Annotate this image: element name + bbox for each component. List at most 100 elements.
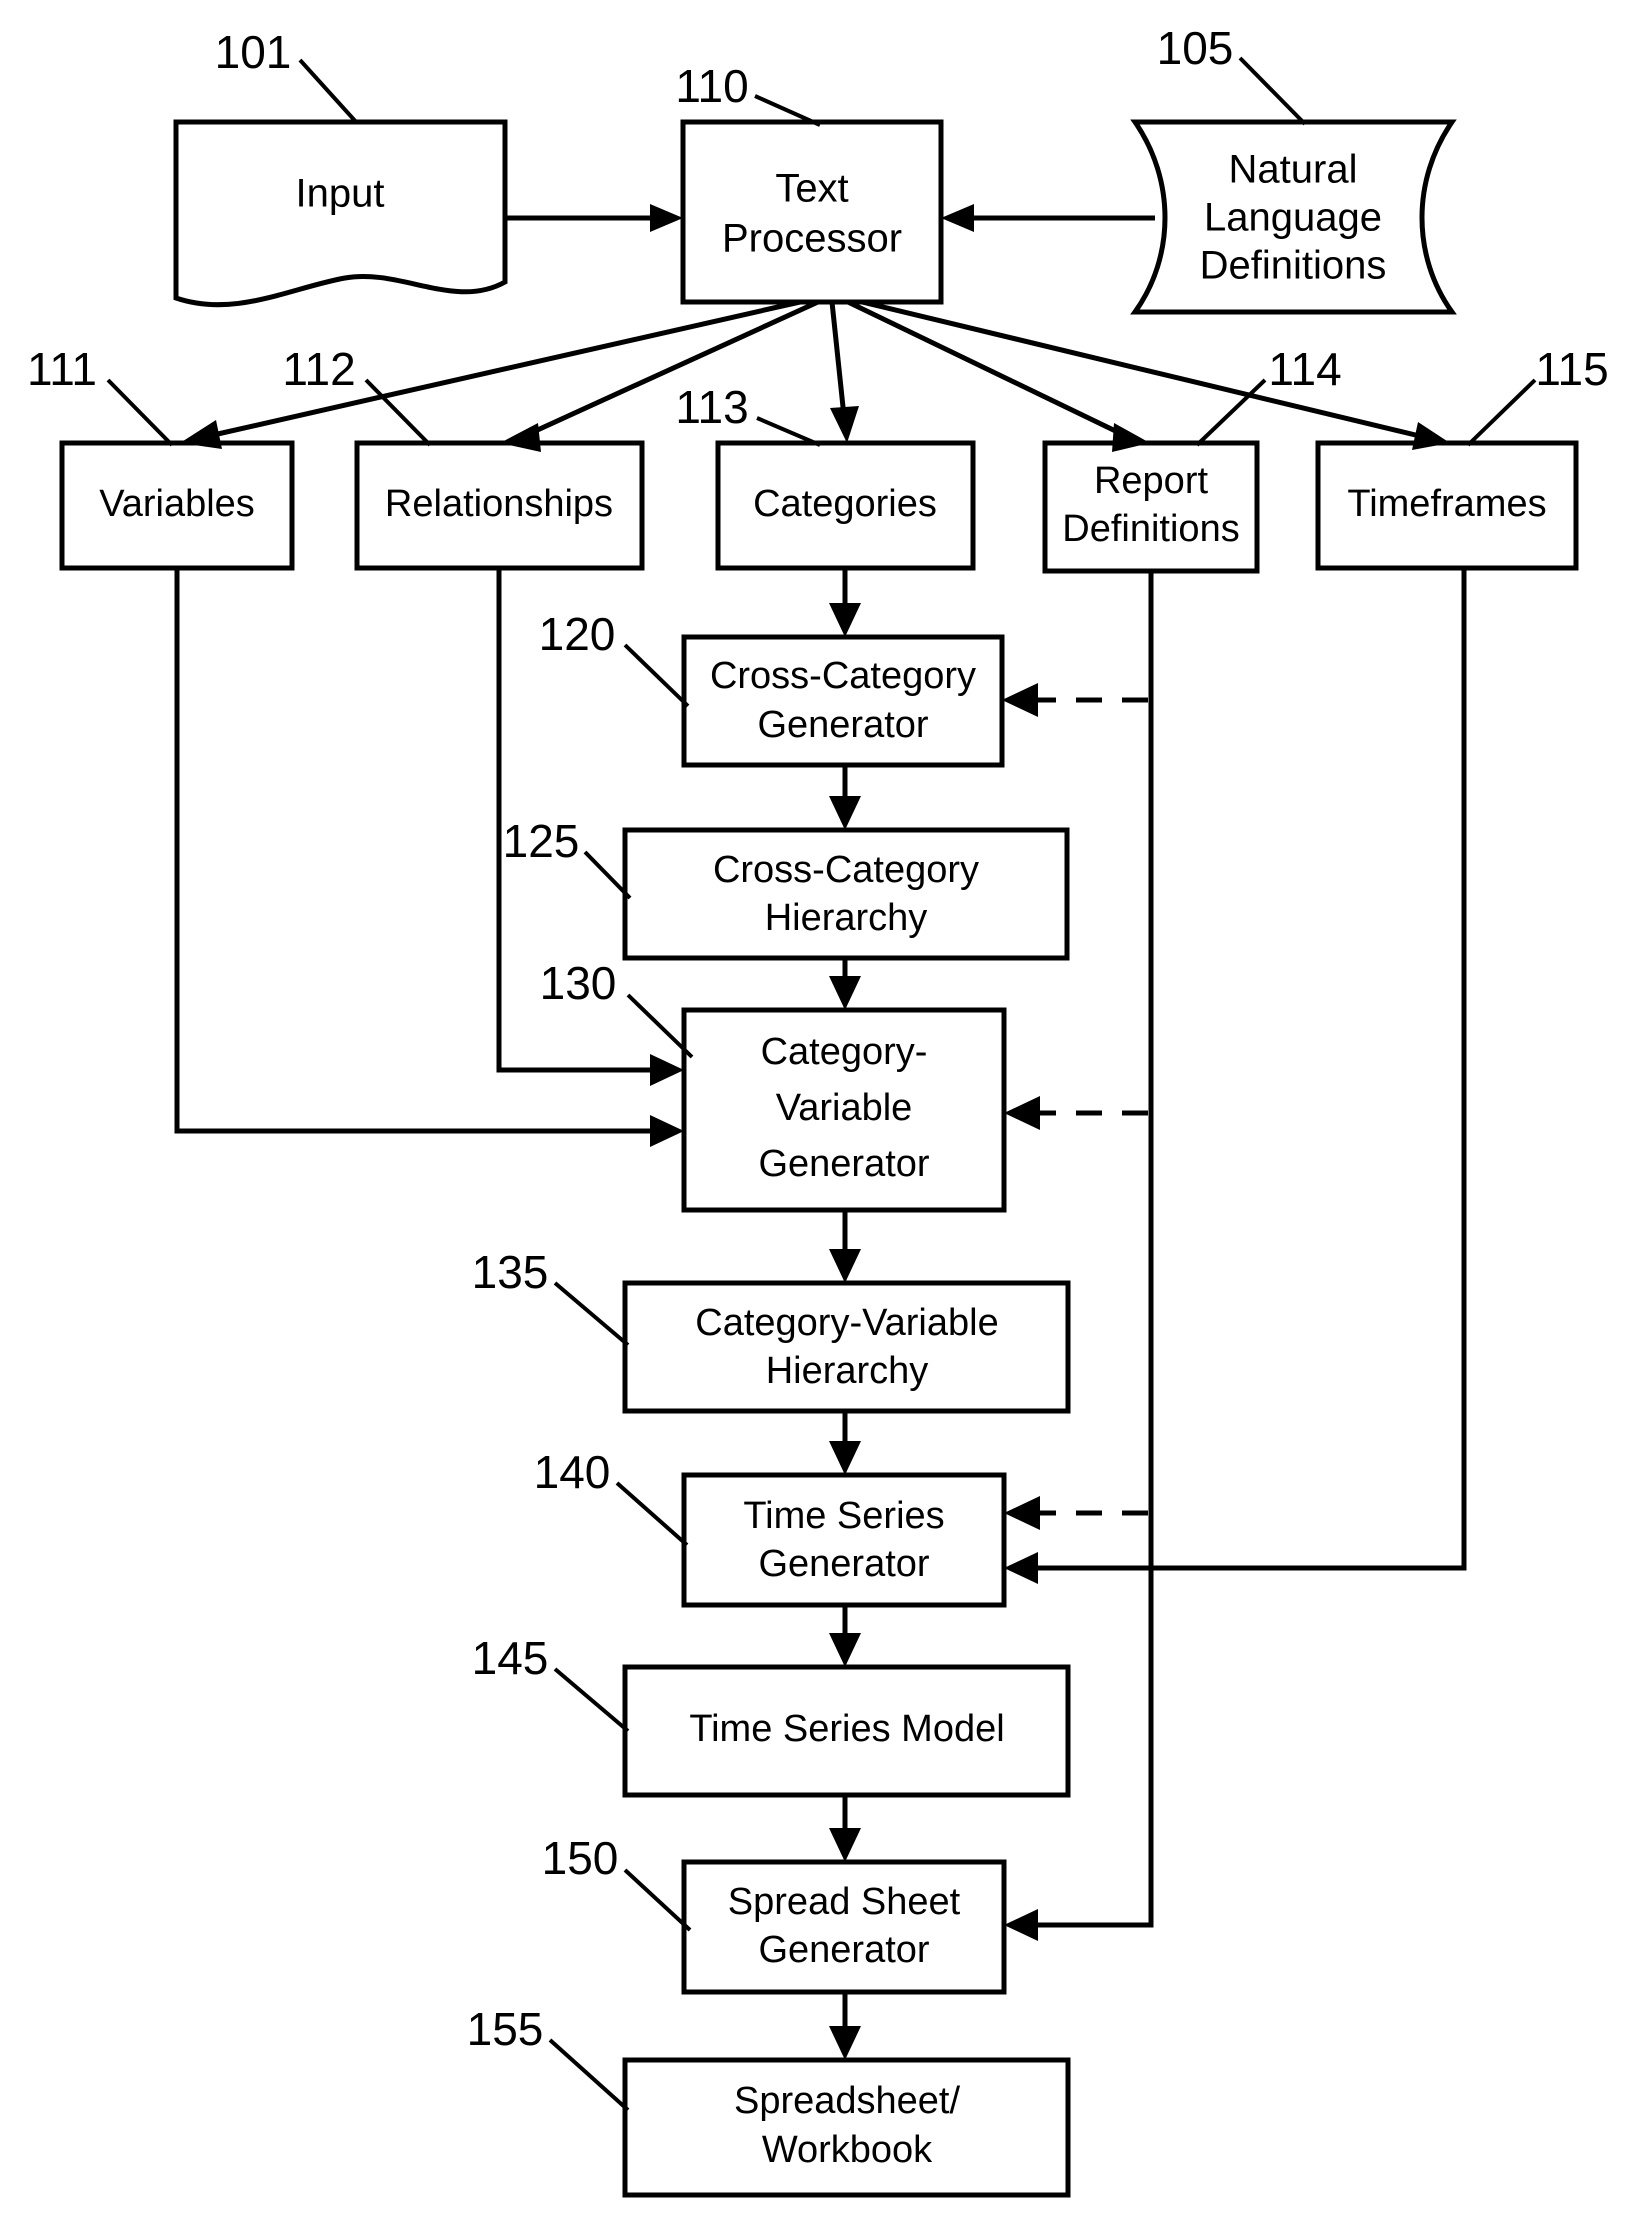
ref-120-group: 120 [539,608,690,708]
node-input-label: Input [296,172,385,216]
node-tsg-label-line2: Generator [758,1543,929,1585]
ref-115-group: 115 [1466,343,1609,447]
node-cvh-label-line2: Hierarchy [766,1350,929,1392]
edge-categories-to-ccg [829,568,861,637]
node-ccg-label-line2: Generator [757,704,928,746]
node-category-variable-hierarchy[interactable]: Category-Variable Hierarchy [622,1280,1071,1414]
node-variables-label: Variables [99,483,255,525]
node-report-definitions[interactable]: Report Definitions [1042,440,1260,574]
node-tsm-label: Time Series Model [689,1708,1004,1750]
edge-cvh-to-tsg [829,1411,861,1475]
ref-label-155: 155 [467,2003,544,2055]
edge-report-definitions-to-tsg-dashed [1004,1496,1148,1530]
edge-115-140-arrowhead [1004,1552,1038,1584]
ref-label-135: 135 [472,1246,549,1298]
edge-112-130-arrowhead [650,1054,684,1086]
ref-140-group: 140 [534,1446,689,1547]
edge-nld-to-text-processor [941,204,1155,232]
edge-text-processor-to-timeframes [861,299,1450,450]
node-text-processor-label-line2: Processor [722,217,902,261]
ref-label-145: 145 [472,1632,549,1684]
node-report-definitions-label-line2: Definitions [1062,508,1239,550]
node-text-processor[interactable]: Text Processor [680,119,944,305]
edge-110-114-line [846,299,1132,441]
node-time-series-generator[interactable]: Time Series Generator [681,1472,1007,1608]
flowchart-diagram: Input 101 Text Processor 110 Natural Lan… [0,0,1637,2232]
edge-cch-to-cvg [829,958,861,1010]
ref-105-leader [1238,56,1307,126]
node-timeframes[interactable]: Timeframes [1315,440,1579,571]
edge-101-110-arrowhead [650,204,683,232]
edge-110-112-line [518,299,820,441]
node-category-variable-generator[interactable]: Category- Variable Generator [681,1007,1007,1213]
flowchart-canvas: Input 101 Text Processor 110 Natural Lan… [27,22,1609,2198]
node-cch-label-line1: Cross-Category [713,849,979,891]
node-ccg-label-line1: Cross-Category [710,655,976,697]
edge-114-120-arrowhead [1002,683,1038,717]
ref-135-group: 135 [472,1246,630,1347]
node-ssg-label-line2: Generator [758,1929,929,1971]
node-spread-sheet-generator[interactable]: Spread Sheet Generator [681,1859,1007,1995]
edge-120-125-arrowhead [829,796,861,830]
node-variables[interactable]: Variables [59,440,295,571]
ref-155-leader [548,2038,630,2112]
node-nld-label-line3: Definitions [1200,244,1387,288]
node-cvh-label-line1: Category-Variable [695,1302,998,1344]
ref-label-150: 150 [542,1832,619,1884]
edge-timeframes-to-tsg [1004,568,1467,1584]
edge-111-130-arrowhead [650,1115,684,1147]
node-categories[interactable]: Categories [715,440,976,571]
ref-125-group: 125 [503,815,632,900]
edge-115-140-line [1024,568,1467,1571]
ref-105-group: 105 [1157,22,1307,126]
ref-120-leader [623,643,690,708]
ref-114-group: 114 [1195,343,1342,447]
edge-report-definitions-to-ccg-dashed [1002,683,1148,717]
ref-label-130: 130 [540,957,617,1009]
node-cross-category-hierarchy[interactable]: Cross-Category Hierarchy [622,827,1070,961]
edge-150-155-arrowhead [829,2026,861,2060]
edge-114-140-arrowhead [1004,1496,1040,1530]
node-cross-category-generator[interactable]: Cross-Category Generator [681,634,1005,768]
edge-tsg-to-tsm [829,1605,861,1667]
ref-112-group: 112 [282,343,432,447]
edge-text-processor-to-report-definitions [846,299,1150,452]
ref-111-leader [106,378,174,447]
ref-label-114: 114 [1268,343,1341,395]
node-ssw-label-line1: Spreadsheet/ [734,2080,960,2122]
node-input[interactable]: Input [173,119,508,308]
ref-110-group: 110 [675,60,821,127]
ref-145-group: 145 [472,1632,630,1733]
ref-label-112: 112 [282,343,355,395]
ref-150-group: 150 [542,1832,692,1932]
ref-111-group: 111 [27,343,174,447]
node-time-series-model[interactable]: Time Series Model [622,1664,1071,1798]
edge-text-processor-to-relationships [500,299,820,452]
ref-label-120: 120 [539,608,616,660]
ref-145-leader [553,1667,630,1733]
node-spreadsheet-workbook[interactable]: Spreadsheet/ Workbook [622,2057,1071,2198]
ref-label-111: 111 [27,343,97,395]
ref-label-125: 125 [503,815,580,867]
node-natural-language-definitions[interactable]: Natural Language Definitions [1130,119,1457,315]
ref-155-group: 155 [467,2003,630,2112]
edge-105-110-arrowhead [941,204,974,232]
ref-101-leader [298,58,359,125]
edge-110-115-line [861,299,1429,441]
ref-130-group: 130 [540,957,694,1059]
edge-130-135-arrowhead [829,1249,861,1283]
edge-text-processor-to-categories [829,301,859,443]
edge-135-140-arrowhead [829,1441,861,1475]
text-processor-box [680,119,944,305]
edge-140-145-arrowhead [829,1633,861,1667]
edge-114-130-arrowhead [1004,1096,1040,1130]
edge-tsm-to-ssg [829,1795,861,1862]
ref-101-group: 101 [215,26,359,125]
ref-label-115: 115 [1535,343,1608,395]
edge-145-150-arrowhead [829,1828,861,1862]
edge-113-120-arrowhead [829,603,861,637]
ref-label-140: 140 [534,1446,611,1498]
node-relationships[interactable]: Relationships [354,440,645,571]
ref-115-leader [1466,378,1537,447]
node-text-processor-label-line1: Text [775,167,848,211]
